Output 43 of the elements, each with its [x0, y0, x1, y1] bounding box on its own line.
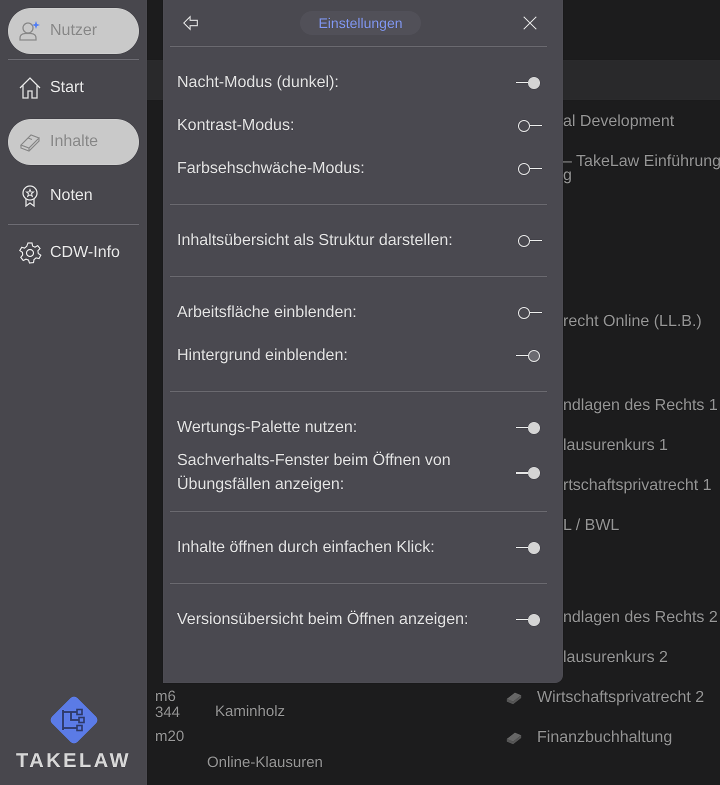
- content-title[interactable]: Finanzbuchhaltung: [537, 729, 672, 747]
- content-label: m20: [155, 728, 184, 745]
- content-title[interactable]: rtschaftsprivatrecht 1: [563, 477, 712, 495]
- toggle-switch[interactable]: [516, 162, 542, 176]
- toggle-switch[interactable]: [516, 466, 542, 480]
- nav-item[interactable]: CDW-Info: [8, 230, 139, 276]
- content-title[interactable]: Wirtschaftsprivatrecht 2: [537, 689, 704, 707]
- toggle-switch[interactable]: [516, 306, 542, 320]
- user-icon: [18, 19, 42, 43]
- content-label: 344: [155, 704, 180, 721]
- setting-label: Wertungs-Palette nutzen:: [177, 418, 358, 438]
- setting-label: Farbsehschwäche-Modus:: [177, 158, 365, 178]
- home-icon: [18, 76, 42, 100]
- settings-icon: [18, 241, 42, 265]
- content-title[interactable]: L / BWL: [563, 517, 620, 535]
- content-title[interactable]: lausurenkurs 1: [563, 437, 668, 455]
- nav-item[interactable]: Start: [8, 65, 139, 111]
- content-title[interactable]: recht Online (LL.B.): [563, 313, 702, 331]
- toggle-switch[interactable]: [516, 76, 542, 90]
- setting-label: Arbeitsfläche einblenden:: [177, 302, 357, 322]
- toggle-switch[interactable]: [516, 540, 542, 554]
- setting-label: Nacht-Modus (dunkel):: [177, 72, 339, 92]
- toggle-switch[interactable]: [516, 118, 542, 132]
- content-label: Kaminholz: [215, 703, 286, 720]
- setting-label: Inhaltsübersicht als Struktur darstellen:: [177, 230, 453, 250]
- setting-label: Kontrast-Modus:: [177, 116, 294, 136]
- toggle-switch[interactable]: [516, 234, 542, 248]
- toggle-switch[interactable]: [516, 612, 542, 626]
- content-label: m6: [155, 688, 176, 705]
- setting-label: Versionsübersicht beim Öffnen anzeigen:: [177, 610, 468, 630]
- toggle-switch[interactable]: [516, 420, 542, 434]
- content-title[interactable]: ndlagen des Rechts 1: [563, 397, 718, 415]
- setting-label: Hintergrund einblenden:: [177, 346, 348, 366]
- panel-title: Einstellungen: [300, 11, 421, 35]
- brand-name: TAKELAW: [16, 750, 131, 773]
- content-title[interactable]: al Development: [563, 113, 674, 131]
- setting-label: Inhalte öffnen durch einfachen Klick:: [177, 538, 435, 558]
- toggle-switch[interactable]: [516, 348, 542, 362]
- setting-label: Sachverhalts-Fenster beim Öffnen von Übungsfällen anzeigen:: [177, 450, 452, 495]
- content-title[interactable]: ndlagen des Rechts 2: [563, 609, 718, 627]
- nav-item[interactable]: Noten: [8, 173, 139, 219]
- content-title[interactable]: lausurenkurs 2: [563, 649, 668, 667]
- content-label: Online-Klausuren: [207, 754, 323, 771]
